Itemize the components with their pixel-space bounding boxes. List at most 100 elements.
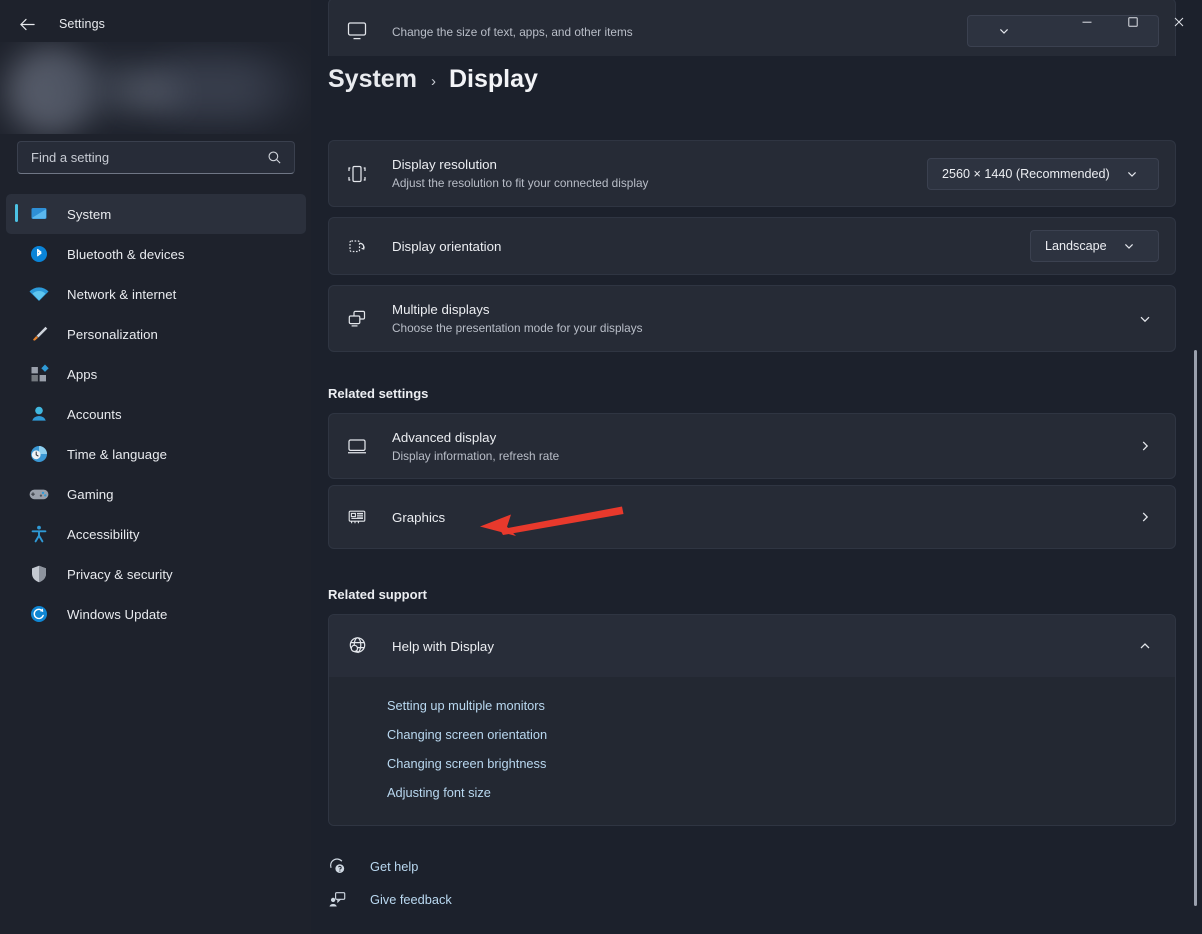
graphics-row[interactable]: Graphics (328, 485, 1176, 549)
shield-icon (28, 563, 50, 585)
minimize-icon (1081, 15, 1093, 33)
get-help-link[interactable]: Get help (328, 856, 418, 876)
minimize-button[interactable] (1064, 0, 1110, 48)
multiple-displays-subtitle: Choose the presentation mode for your di… (392, 321, 643, 335)
update-icon (28, 603, 50, 625)
help-with-display-title: Help with Display (392, 638, 494, 654)
sidebar-nav: System Bluetooth & devices Network & int… (6, 194, 306, 634)
help-with-display-header[interactable]: Help with Display (329, 615, 1175, 677)
sidebar-item-privacy-security[interactable]: Privacy & security (6, 554, 306, 594)
chevron-right-icon[interactable] (1131, 439, 1159, 453)
display-resolution-value: 2560 × 1440 (Recommended) (942, 166, 1110, 181)
give-feedback-label: Give feedback (370, 891, 452, 907)
graphics-text: Graphics (392, 509, 1131, 526)
display-orientation-text: Display orientation (392, 238, 1030, 255)
page-title: Display (448, 64, 538, 93)
multiple-displays-text: Multiple displays Choose the presentatio… (392, 301, 1131, 336)
related-support-header: Related support (328, 587, 427, 602)
sidebar-item-personalization[interactable]: Personalization (6, 314, 306, 354)
sidebar-item-windows-update[interactable]: Windows Update (6, 594, 306, 634)
settings-window: System Bluetooth & devices (0, 0, 1202, 934)
display-resolution-text: Display resolution Adjust the resolution… (392, 156, 927, 191)
user-profile-blurred[interactable] (0, 42, 311, 134)
search-icon (267, 150, 282, 165)
help-globe-icon (346, 635, 376, 658)
chevron-down-icon[interactable] (1131, 312, 1159, 326)
resolution-icon (346, 163, 376, 185)
breadcrumb-separator: › (430, 72, 436, 90)
give-feedback-link[interactable]: Give feedback (328, 889, 452, 909)
arrow-left-icon (19, 17, 36, 32)
advanced-display-subtitle: Display information, refresh rate (392, 448, 560, 463)
graphics-card-icon (346, 506, 376, 528)
sidebar-item-label: Accessibility (67, 526, 140, 542)
sidebar-item-system[interactable]: System (6, 194, 306, 234)
orientation-icon (346, 235, 376, 257)
sidebar-item-time-language[interactable]: Time & language (6, 434, 306, 474)
sidebar: System Bluetooth & devices (0, 0, 311, 934)
display-resolution-title: Display resolution (392, 157, 497, 172)
breadcrumb-root[interactable]: System (328, 65, 417, 94)
help-with-display-card: Help with Display Setting up multiple mo… (328, 614, 1176, 826)
give-feedback-icon (328, 889, 354, 909)
advanced-display-title: Advanced display (392, 429, 497, 445)
search-input[interactable] (18, 150, 267, 165)
related-settings-header: Related settings (328, 386, 429, 401)
system-icon (28, 203, 50, 225)
gamepad-icon (28, 483, 50, 505)
close-button[interactable] (1156, 0, 1202, 48)
profile-highlight-blur (120, 80, 180, 104)
maximize-button[interactable] (1110, 0, 1156, 48)
advanced-display-text: Advanced display Display information, re… (392, 429, 1131, 464)
sidebar-item-label: Privacy & security (67, 566, 173, 582)
display-resolution-dropdown[interactable]: 2560 × 1440 (Recommended) (927, 157, 1159, 190)
back-button[interactable] (10, 9, 44, 39)
bluetooth-icon (28, 243, 50, 265)
chevron-down-icon (1126, 168, 1138, 180)
display-orientation-row[interactable]: Display orientation Landscape (328, 217, 1176, 275)
sidebar-item-label: Network & internet (67, 286, 177, 302)
search-box[interactable] (17, 141, 295, 174)
maximize-icon (1127, 15, 1139, 33)
sidebar-item-gaming[interactable]: Gaming (6, 474, 306, 514)
sidebar-item-apps[interactable]: Apps (6, 354, 306, 394)
clock-icon (28, 443, 50, 465)
sidebar-item-accounts[interactable]: Accounts (6, 394, 306, 434)
window-controls (1064, 0, 1202, 48)
multiple-displays-row[interactable]: Multiple displays Choose the presentatio… (328, 285, 1176, 352)
help-link-changing-screen-orientation[interactable]: Changing screen orientation (329, 720, 1175, 749)
sidebar-item-network-internet[interactable]: Network & internet (6, 274, 306, 314)
close-icon (1173, 15, 1185, 33)
content-scrollbar[interactable] (1189, 48, 1199, 928)
multiple-displays-title: Multiple displays (392, 302, 490, 317)
app-title: Settings (59, 17, 105, 31)
monitor-icon (346, 435, 376, 457)
scrollbar-thumb[interactable] (1194, 350, 1197, 906)
display-orientation-dropdown[interactable]: Landscape (1030, 230, 1159, 262)
breadcrumb: System › Display (328, 56, 1202, 102)
advanced-display-row[interactable]: Advanced display Display information, re… (328, 413, 1176, 479)
get-help-label: Get help (370, 858, 419, 874)
chevron-right-icon[interactable] (1131, 510, 1159, 524)
help-link-changing-screen-brightness[interactable]: Changing screen brightness (329, 749, 1175, 778)
display-resolution-row[interactable]: Display resolution Adjust the resolution… (328, 140, 1176, 207)
accounts-icon (28, 403, 50, 425)
sidebar-item-accessibility[interactable]: Accessibility (6, 514, 306, 554)
settings-scroll-area: Change the size of text, apps, and other… (311, 0, 1202, 934)
graphics-title: Graphics (392, 509, 446, 525)
sidebar-item-bluetooth-devices[interactable]: Bluetooth & devices (6, 234, 306, 274)
titlebar: Settings (0, 0, 1202, 48)
get-help-icon (328, 856, 354, 876)
sidebar-item-label: Apps (67, 366, 98, 382)
sidebar-item-label: Accounts (67, 406, 122, 422)
help-link-adjusting-font-size[interactable]: Adjusting font size (329, 778, 1175, 807)
display-orientation-value: Landscape (1045, 239, 1107, 253)
content-pane: Change the size of text, apps, and other… (311, 0, 1202, 934)
chevron-up-icon[interactable] (1131, 639, 1159, 653)
network-icon (28, 283, 50, 305)
sidebar-item-label: Time & language (67, 446, 167, 462)
chevron-down-icon (1123, 240, 1135, 252)
apps-icon (28, 363, 50, 385)
sidebar-item-label: Personalization (67, 326, 158, 342)
help-link-setting-up-multiple-monitors[interactable]: Setting up multiple monitors (329, 691, 1175, 720)
